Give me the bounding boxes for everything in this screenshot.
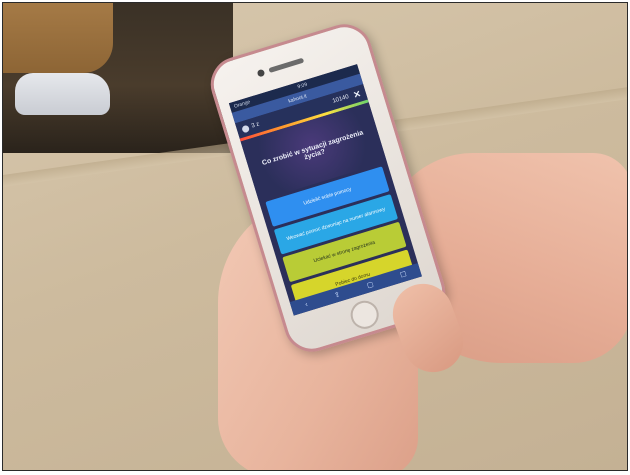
front-camera-icon [256,68,266,78]
speaker-grille [268,57,305,73]
home-button[interactable] [347,297,383,333]
photo-frame: Orange 9:09 kahoot.it 3 z 10140 ✕ Co zro… [2,2,628,471]
answer-label-3: Uciekać w stronę zagrożenia [312,239,376,265]
close-icon[interactable]: ✕ [352,88,362,101]
question-counter: 3 z [241,121,260,133]
shoe [15,73,110,115]
bookmark-icon[interactable]: ☐ [399,270,408,280]
chair-seat [3,3,113,73]
timer-icon [241,124,250,133]
points-label: 10140 [331,94,350,105]
question-counter-label: 3 z [250,121,261,130]
chair-background [3,3,233,153]
share-icon[interactable]: ⇪ [333,290,342,299]
answer-label-1: Udzielić sobie pomocy [302,186,353,207]
back-icon[interactable]: ‹ [304,301,308,308]
tabs-icon[interactable]: ▢ [366,280,374,290]
